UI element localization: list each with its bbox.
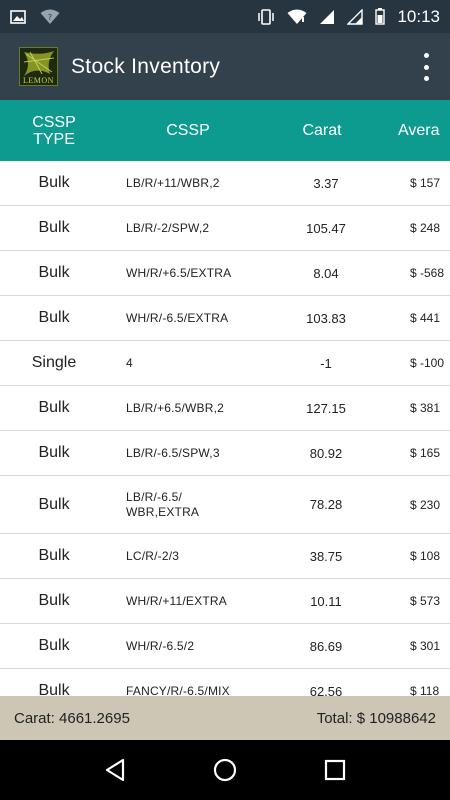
cell-type: Bulk [38, 682, 70, 696]
cell-carat: 127.15 [306, 400, 346, 416]
cell-average: $ 381 [410, 401, 441, 415]
home-icon [213, 758, 237, 782]
table-row[interactable]: Single 4 -1 $ -100 [0, 341, 450, 386]
more-vert-icon [423, 53, 429, 58]
cell-cssp: LC/R/-2/3 [126, 548, 180, 563]
cell-type: Bulk [38, 309, 70, 326]
column-header-average[interactable]: Avera [398, 100, 450, 161]
cell-carat: 86.69 [309, 638, 343, 654]
cell-type: Bulk [38, 219, 70, 236]
vibrate-icon [257, 8, 275, 25]
status-time: 10:13 [397, 6, 440, 26]
cell-cssp: LB/R/+6.5/WBR,2 [126, 400, 225, 415]
recents-icon [324, 759, 346, 781]
column-header-carat[interactable]: Carat [268, 100, 376, 161]
overflow-menu-button[interactable] [416, 53, 436, 81]
table-row[interactable]: Bulk WH/R/-6.5/EXTRA 103.83 $ 441 [0, 296, 450, 341]
app-bar: LEMON Stock Inventory [0, 33, 450, 100]
cell-cssp: WH/R/+6.5/EXTRA [126, 265, 232, 280]
cell-average: $ 441 [410, 311, 441, 325]
table-row[interactable]: Bulk WH/R/+6.5/EXTRA 8.04 $ -568 [0, 251, 450, 296]
cell-cssp: LB/R/+11/WBR,2 [126, 175, 220, 190]
cell-average: $ 248 [410, 221, 441, 235]
svg-text:?: ? [48, 13, 52, 22]
system-nav-bar [0, 740, 450, 800]
cell-cssp: WH/R/+11/EXTRA [126, 593, 227, 608]
table-row[interactable]: Bulk LB/R/-6.5/ WBR,EXTRA 78.28 $ 230 [0, 476, 450, 534]
cell-carat: 10.11 [310, 593, 342, 609]
cell-type: Bulk [38, 174, 70, 191]
cell-type: Bulk [38, 495, 70, 513]
cell-carat: 80.92 [309, 445, 343, 461]
cell-carat: 3.37 [313, 175, 339, 191]
table-row[interactable]: Bulk WH/R/-6.5/2 86.69 $ 301 [0, 624, 450, 669]
cell-type: Bulk [38, 637, 70, 654]
table-row[interactable]: Bulk LB/R/+11/WBR,2 3.37 $ 157 [0, 161, 450, 206]
image-icon [10, 9, 26, 24]
column-header-cssp[interactable]: CSSP [108, 100, 268, 161]
cell-cssp: WH/R/-6.5/EXTRA [126, 310, 229, 325]
recents-button[interactable] [315, 750, 355, 790]
cell-type: Bulk [38, 444, 70, 461]
cell-average: $ -568 [410, 266, 445, 280]
cell-carat: 62.56 [309, 683, 343, 697]
cell-cssp: WH/R/-6.5/2 [126, 638, 195, 653]
table-row[interactable]: Bulk LB/R/+6.5/WBR,2 127.15 $ 381 [0, 386, 450, 431]
cell-average: $ 573 [410, 594, 441, 608]
cell-average: $ 118 [410, 684, 440, 696]
cell-cssp: LB/R/-6.5/ WBR,EXTRA [126, 489, 200, 519]
logo-text: LEMON [23, 76, 54, 85]
column-header-type[interactable]: CSSP TYPE [0, 100, 108, 161]
battery-icon [375, 8, 386, 25]
home-button[interactable] [205, 750, 245, 790]
cell-type: Bulk [38, 592, 70, 609]
back-icon [105, 758, 125, 782]
status-bar: ? 10:13 [0, 0, 450, 33]
cell-carat: 8.04 [313, 265, 339, 281]
back-button[interactable] [95, 750, 135, 790]
totals-footer: Carat: 4661.2695 Total: $ 10988642 [0, 696, 450, 740]
wifi-question-icon: ? [40, 9, 60, 25]
table-row[interactable]: Bulk WH/R/+11/EXTRA 10.11 $ 573 [0, 579, 450, 624]
cell-carat: 78.28 [309, 497, 343, 512]
cell-carat: 105.47 [306, 220, 346, 236]
signal-icon [347, 8, 364, 25]
table-header: CSSP TYPE CSSP Carat Avera [0, 100, 450, 161]
cell-average: $ 230 [410, 497, 441, 512]
cell-average: $ -100 [410, 356, 445, 370]
table-row[interactable]: Bulk LC/R/-2/3 38.75 $ 108 [0, 534, 450, 579]
cell-type: Bulk [38, 264, 70, 281]
table-row[interactable]: Bulk FANCY/R/-6.5/MIX 62.56 $ 118 [0, 669, 450, 696]
wifi-icon [287, 9, 307, 25]
cell-carat: 103.83 [306, 310, 346, 326]
cell-cssp: LB/R/-2/SPW,2 [126, 220, 210, 235]
cell-cssp: LB/R/-6.5/SPW,3 [126, 445, 220, 460]
total-value: Total: $ 10988642 [316, 709, 436, 727]
cell-carat: -1 [320, 355, 332, 371]
cell-cssp: FANCY/R/-6.5/MIX [126, 683, 230, 697]
cell-average: $ 301 [410, 639, 441, 653]
cell-type: Single [31, 354, 77, 371]
signal-icon [319, 9, 335, 25]
table-row[interactable]: Bulk LB/R/-2/SPW,2 105.47 $ 248 [0, 206, 450, 251]
inventory-table[interactable]: Bulk LB/R/+11/WBR,2 3.37 $ 157 Bulk LB/R… [0, 161, 450, 696]
cell-type: Bulk [38, 547, 70, 564]
cell-average: $ 165 [410, 446, 441, 460]
cell-carat: 38.75 [309, 548, 343, 564]
total-carat: Carat: 4661.2695 [14, 709, 130, 727]
page-title: Stock Inventory [71, 54, 221, 78]
cell-type: Bulk [38, 399, 70, 416]
cell-average: $ 157 [410, 176, 441, 190]
table-row[interactable]: Bulk LB/R/-6.5/SPW,3 80.92 $ 165 [0, 431, 450, 476]
cell-cssp: 4 [126, 355, 133, 370]
cell-average: $ 108 [410, 549, 441, 563]
app-logo: LEMON [19, 47, 58, 86]
